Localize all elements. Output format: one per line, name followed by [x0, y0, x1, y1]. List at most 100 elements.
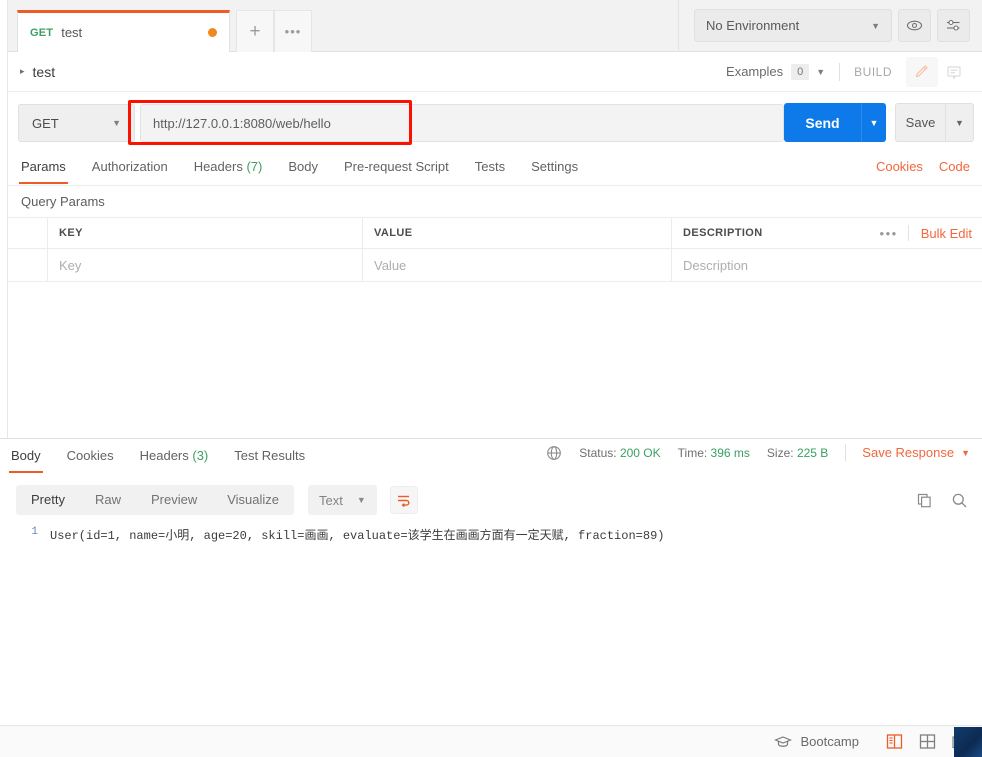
response-body-toolbar: Pretty Raw Preview Visualize Text ▼: [0, 480, 982, 520]
response-meta: Status: 200 OK Time: 396 ms Size: 225 B …: [546, 444, 982, 461]
send-button[interactable]: Send: [784, 103, 861, 142]
comment-icon: [947, 65, 961, 79]
save-response-button[interactable]: Save Response: [862, 445, 954, 460]
tab-headers[interactable]: Headers (7): [194, 155, 263, 183]
url-input[interactable]: http://127.0.0.1:8080/web/hello: [140, 104, 784, 142]
column-header-value: VALUE: [363, 218, 672, 248]
search-icon[interactable]: [951, 492, 968, 509]
save-options-button[interactable]: ▼: [945, 103, 974, 142]
environment-quick-look-button[interactable]: [898, 9, 931, 42]
save-response-chevron-down-icon[interactable]: ▼: [961, 448, 970, 458]
split-pane-layout-icon[interactable]: [918, 732, 937, 751]
tab-body-label: Body: [288, 159, 318, 174]
code-link[interactable]: Code: [939, 159, 970, 174]
tab-params[interactable]: Params: [19, 155, 68, 184]
new-tab-button[interactable]: +: [236, 10, 274, 52]
query-params-tools: ••• Bulk Edit: [870, 225, 982, 241]
bootcamp-label: Bootcamp: [800, 734, 859, 749]
view-preview-button[interactable]: Preview: [136, 485, 212, 515]
view-visualize-button[interactable]: Visualize: [212, 485, 294, 515]
response-body-tools: [916, 492, 982, 509]
tab-pre-request-script-label: Pre-request Script: [343, 159, 449, 174]
comments-button[interactable]: [938, 57, 970, 87]
copy-icon[interactable]: [916, 492, 933, 509]
graduation-cap-icon: [774, 735, 793, 747]
time-metric: Time: 396 ms: [678, 446, 750, 460]
environment-value: No Environment: [706, 18, 800, 33]
size-label: Size:: [766, 445, 794, 460]
pencil-icon: [915, 65, 928, 78]
select-all-cell: [8, 218, 48, 248]
response-tab-headers[interactable]: Headers (3): [140, 444, 209, 472]
http-method-select[interactable]: GET ▼: [18, 104, 135, 142]
cell-value[interactable]: Value: [363, 249, 672, 281]
request-response-splitter[interactable]: [0, 438, 982, 439]
line-number: 1: [31, 526, 38, 538]
environment-settings-button[interactable]: [937, 9, 970, 42]
environment-select[interactable]: No Environment ▼: [694, 9, 892, 42]
request-empty-area: [8, 283, 982, 438]
response-tab-headers-count: (3): [192, 448, 209, 463]
save-button[interactable]: Save: [895, 103, 945, 142]
response-tab-cookies[interactable]: Cookies: [67, 444, 114, 472]
edit-request-button[interactable]: [906, 56, 938, 87]
breadcrumb-title: test: [32, 63, 56, 80]
size-value: 225 B: [796, 445, 829, 460]
row-checkbox-cell[interactable]: [8, 249, 48, 281]
response-body-viewer[interactable]: 1 User(id=1, name=小明, age=20, skill=画画, …: [0, 520, 982, 725]
wrap-lines-button[interactable]: [389, 486, 418, 514]
two-pane-layout-icon[interactable]: [885, 732, 904, 751]
tab-options-button[interactable]: •••: [274, 10, 312, 52]
view-raw-button[interactable]: Raw: [80, 485, 136, 515]
view-pretty-button[interactable]: Pretty: [16, 485, 80, 515]
response-format-select[interactable]: Text ▼: [308, 485, 377, 515]
bulk-edit-button[interactable]: Bulk Edit: [909, 226, 972, 241]
request-tab-test[interactable]: GET test: [17, 10, 230, 52]
examples-count-badge: 0: [791, 63, 810, 80]
chevron-down-icon: ▼: [871, 20, 880, 31]
size-metric: Size: 225 B: [767, 446, 828, 460]
status-value: 200 OK: [619, 445, 661, 460]
tab-settings[interactable]: Settings: [531, 155, 578, 183]
status-label: Status:: [579, 445, 617, 460]
send-options-button[interactable]: ▼: [861, 103, 886, 142]
response-format-value: Text: [319, 492, 343, 508]
tab-body[interactable]: Body: [288, 155, 318, 183]
time-label: Time:: [677, 445, 708, 460]
query-params-table: KEY VALUE DESCRIPTION ••• Bulk Edit Key …: [8, 217, 982, 282]
code-line: 1 User(id=1, name=小明, age=20, skill=画画, …: [0, 520, 982, 543]
tab-title-label: test: [61, 25, 83, 40]
response-tab-cookies-label: Cookies: [66, 448, 114, 463]
response-tab-headers-label: Headers: [139, 448, 189, 463]
bootcamp-button[interactable]: Bootcamp: [774, 734, 859, 749]
request-tabs: Params Authorization Headers (7) Body Pr…: [8, 155, 982, 186]
response-tab-test-results[interactable]: Test Results: [234, 444, 305, 472]
cell-description[interactable]: Description: [672, 249, 982, 281]
tab-tests-label: Tests: [474, 159, 506, 174]
response-tab-body[interactable]: Body: [9, 444, 43, 473]
table-row[interactable]: Key Value Description: [8, 249, 982, 282]
request-tabs-actions: Cookies Code: [876, 155, 982, 174]
tab-pre-request-script[interactable]: Pre-request Script: [344, 155, 449, 183]
cookies-link[interactable]: Cookies: [876, 159, 923, 174]
resize-corner-handle[interactable]: [954, 727, 982, 757]
response-body-text: User(id=1, name=小明, age=20, skill=画画, ev…: [50, 529, 665, 543]
tab-strip: GET test + ••• No Environment ▼: [0, 0, 982, 52]
column-header-description: DESCRIPTION: [683, 227, 763, 239]
chevron-right-icon[interactable]: ▸: [20, 66, 25, 77]
query-params-options-button[interactable]: •••: [870, 226, 908, 241]
build-button[interactable]: BUILD: [854, 65, 892, 79]
tab-headers-count: (7): [246, 159, 263, 174]
tab-tests[interactable]: Tests: [475, 155, 505, 183]
breadcrumb-actions: Examples 0 ▼ BUILD: [726, 56, 982, 87]
wrap-lines-icon: [398, 495, 410, 507]
globe-icon: [547, 445, 562, 460]
cell-key[interactable]: Key: [48, 249, 363, 281]
tab-authorization[interactable]: Authorization: [92, 155, 168, 183]
sidebar-edge: [0, 0, 8, 438]
examples-chevron-down-icon[interactable]: ▼: [816, 67, 825, 77]
column-header-key: KEY: [48, 218, 363, 248]
eye-icon: [906, 20, 923, 31]
examples-label: Examples: [726, 64, 784, 79]
postman-window: GET test + ••• No Environment ▼ ▸ test E…: [0, 0, 982, 757]
